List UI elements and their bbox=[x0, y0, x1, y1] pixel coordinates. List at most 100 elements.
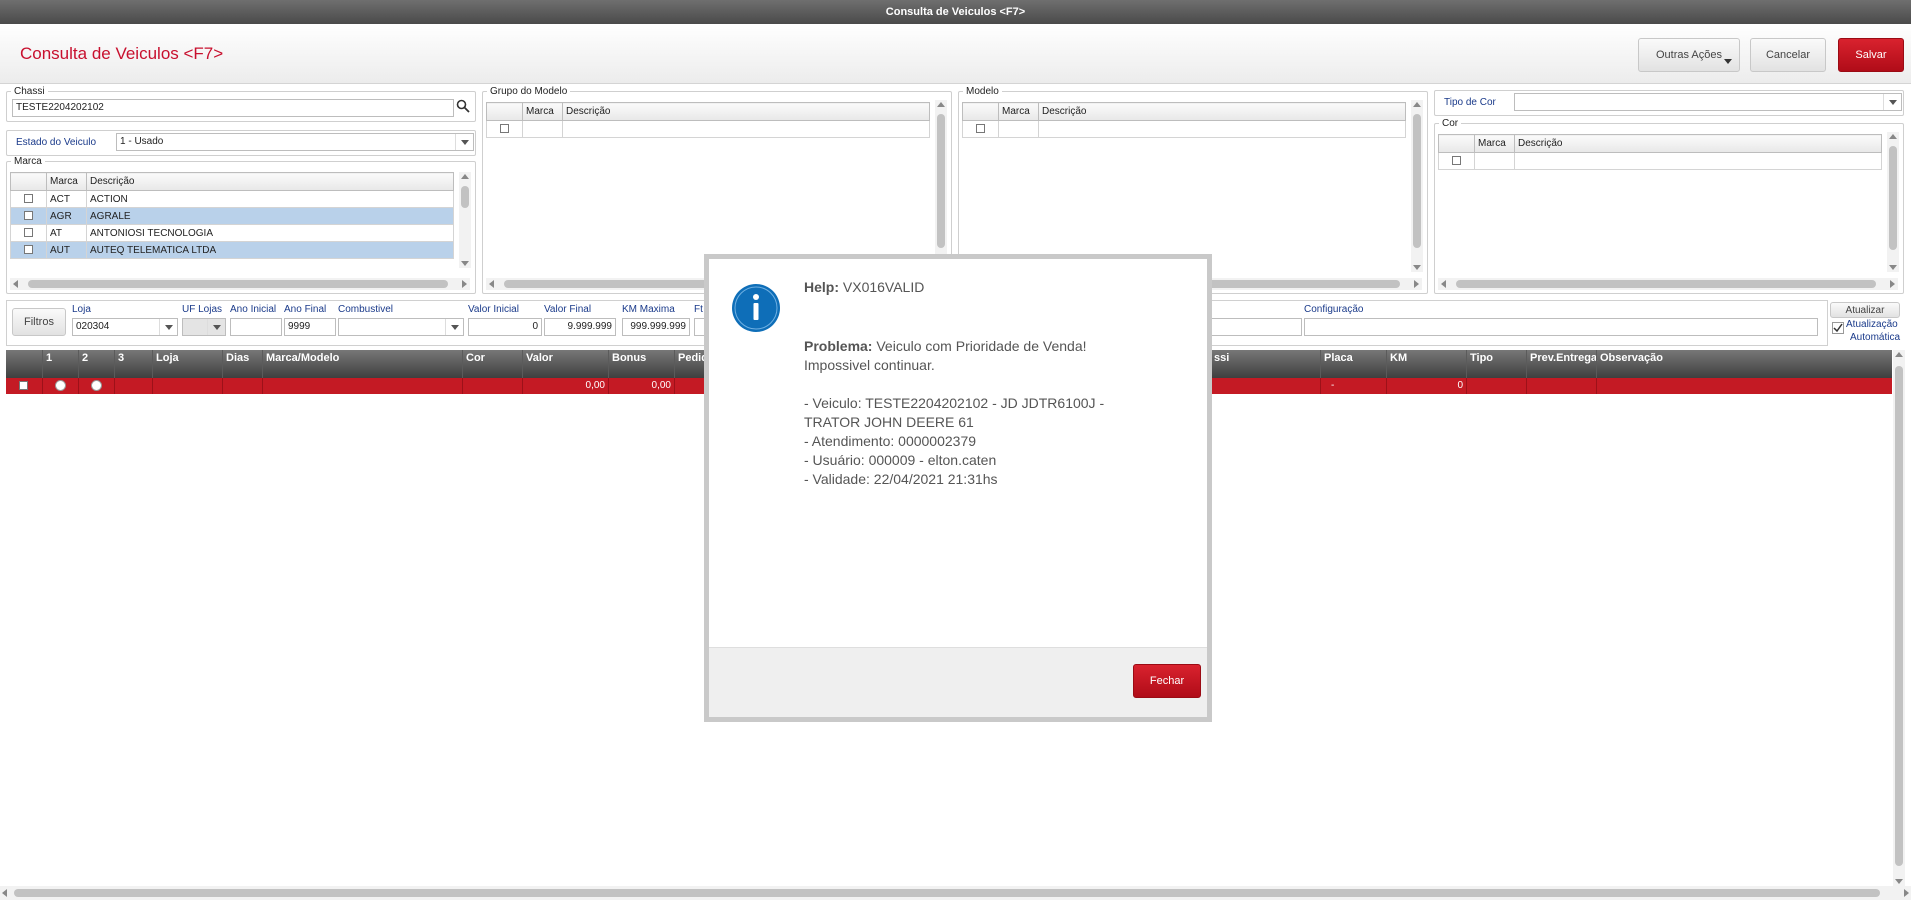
ano-inicial-input[interactable] bbox=[230, 318, 282, 336]
table-row[interactable]: AT ANTONIOSI TECNOLOGIA bbox=[10, 224, 454, 242]
col-dias[interactable]: Dias bbox=[222, 350, 262, 378]
grupo-col-descricao: Descrição bbox=[562, 102, 930, 121]
valor-inicial-input[interactable]: 0 bbox=[468, 318, 542, 336]
save-button[interactable]: Salvar bbox=[1838, 38, 1904, 72]
estado-select[interactable]: 1 - Usado bbox=[116, 133, 474, 151]
col-valor[interactable]: Valor bbox=[522, 350, 608, 378]
table-row[interactable]: AGR AGRALE bbox=[10, 207, 454, 225]
checkmark-icon bbox=[1833, 323, 1843, 333]
help-label: Help: bbox=[804, 279, 839, 295]
chassi-legend: Chassi bbox=[14, 86, 45, 97]
row-checkbox[interactable] bbox=[24, 194, 33, 204]
cell-placa: - bbox=[1320, 378, 1386, 394]
row-checkbox[interactable] bbox=[24, 228, 33, 238]
row-checkbox[interactable] bbox=[976, 124, 985, 134]
page-title: Consulta de Veiculos <F7> bbox=[20, 44, 224, 63]
col-3[interactable]: 3 bbox=[114, 350, 152, 378]
auto-update-checkbox[interactable] bbox=[1832, 322, 1844, 334]
auto-update-label-1: Atualização bbox=[1846, 319, 1898, 330]
modelo-legend: Modelo bbox=[966, 86, 999, 97]
row-checkbox[interactable] bbox=[24, 245, 33, 255]
km-maxima-label: KM Maxima bbox=[622, 304, 675, 315]
chevron-down-icon bbox=[445, 319, 463, 335]
modelo-vscroll[interactable] bbox=[1411, 100, 1423, 272]
filtros-button[interactable]: Filtros bbox=[12, 308, 66, 336]
table-row[interactable]: AUT AUTEQ TELEMATICA LTDA bbox=[10, 241, 454, 259]
valor-inicial-label: Valor Inicial bbox=[468, 304, 519, 315]
auto-update-label-2: Automática bbox=[1850, 332, 1901, 343]
info-icon bbox=[732, 284, 780, 332]
combustivel-select[interactable] bbox=[338, 318, 464, 336]
loja-select[interactable]: 020304 bbox=[72, 318, 178, 336]
row-checkbox[interactable] bbox=[19, 381, 28, 390]
row-checkbox[interactable] bbox=[500, 124, 509, 134]
marca-code: AUT bbox=[46, 241, 87, 259]
cor-vscroll[interactable] bbox=[1887, 132, 1899, 272]
table-row[interactable] bbox=[1438, 152, 1882, 170]
col-loja[interactable]: Loja bbox=[152, 350, 222, 378]
col-tipo[interactable]: Tipo bbox=[1466, 350, 1526, 378]
marca-desc: AGRALE bbox=[86, 207, 454, 225]
valor-final-input[interactable]: 9.999.999 bbox=[544, 318, 616, 336]
col-2[interactable]: 2 bbox=[78, 350, 114, 378]
km-maxima-input[interactable]: 999.999.999 bbox=[622, 318, 690, 336]
marca-legend: Marca bbox=[14, 156, 42, 167]
grupo-vscroll[interactable] bbox=[935, 100, 947, 272]
table-row[interactable] bbox=[962, 120, 1406, 138]
col-prev-entrega[interactable]: Prev.Entrega bbox=[1526, 350, 1597, 378]
window-titlebar: Consulta de Veiculos <F7> bbox=[0, 0, 1911, 24]
search-icon[interactable] bbox=[456, 99, 470, 113]
marca-table: Marca Descrição ACT ACTION AGR AGRALE AT… bbox=[10, 172, 454, 259]
col-cor[interactable]: Cor bbox=[462, 350, 522, 378]
cell-valor: 0,00 bbox=[522, 378, 608, 394]
cell-km: 0 bbox=[1386, 378, 1466, 394]
chevron-down-icon bbox=[455, 134, 473, 150]
outras-acoes-button[interactable]: Outras Ações bbox=[1638, 38, 1740, 72]
dialog-line-6: - Usuário: 000009 - elton.caten bbox=[804, 452, 997, 468]
uf-lojas-select[interactable] bbox=[182, 318, 226, 336]
tipo-cor-select[interactable] bbox=[1514, 93, 1902, 111]
filter-input-hidden[interactable] bbox=[1200, 318, 1302, 336]
marca-col-descricao: Descrição bbox=[86, 172, 454, 191]
grupo-col-marca: Marca bbox=[522, 102, 563, 121]
marca-code: AT bbox=[46, 224, 87, 242]
cor-col-descricao: Descrição bbox=[1514, 134, 1882, 153]
col-bonus[interactable]: Bonus bbox=[608, 350, 674, 378]
cor-col-marca: Marca bbox=[1474, 134, 1515, 153]
marca-col-check bbox=[10, 172, 47, 191]
problema-text: Veiculo com Prioridade de Venda! bbox=[876, 338, 1087, 354]
radio-1[interactable] bbox=[55, 380, 66, 391]
cor-table: Marca Descrição bbox=[1438, 134, 1882, 170]
col-km[interactable]: KM bbox=[1386, 350, 1466, 378]
fechar-button[interactable]: Fechar bbox=[1133, 664, 1201, 698]
chevron-down-icon bbox=[207, 319, 225, 335]
col-1[interactable]: 1 bbox=[42, 350, 78, 378]
col-chassi[interactable]: ssi bbox=[1210, 350, 1320, 378]
row-checkbox[interactable] bbox=[24, 211, 33, 221]
results-vscroll[interactable] bbox=[1893, 350, 1905, 886]
ft-label: Ft bbox=[694, 304, 703, 315]
chevron-down-icon bbox=[1724, 59, 1732, 64]
radio-2[interactable] bbox=[91, 380, 102, 391]
col-observacao[interactable]: Observação bbox=[1596, 350, 1886, 378]
results-hscroll[interactable] bbox=[0, 886, 1911, 900]
loja-label: Loja bbox=[72, 304, 91, 315]
tipo-cor-label: Tipo de Cor bbox=[1444, 97, 1496, 108]
col-marca-modelo[interactable]: Marca/Modelo bbox=[262, 350, 462, 378]
col-placa[interactable]: Placa bbox=[1320, 350, 1386, 378]
marca-hscroll[interactable] bbox=[10, 278, 470, 290]
ano-final-input[interactable]: 9999 bbox=[284, 318, 336, 336]
marca-vscroll[interactable] bbox=[459, 172, 471, 268]
page-header bbox=[0, 24, 1911, 84]
row-checkbox[interactable] bbox=[1452, 156, 1461, 166]
atualizar-button[interactable]: Atualizar bbox=[1830, 302, 1900, 318]
cell-bonus: 0,00 bbox=[608, 378, 674, 394]
table-row[interactable]: ACT ACTION bbox=[10, 190, 454, 208]
chassi-input[interactable]: TESTE2204202102 bbox=[12, 99, 454, 117]
table-row[interactable] bbox=[486, 120, 930, 138]
cor-hscroll[interactable] bbox=[1438, 278, 1898, 290]
cor-legend: Cor bbox=[1442, 118, 1459, 129]
marca-desc: AUTEQ TELEMATICA LTDA bbox=[86, 241, 454, 259]
configuracao-input[interactable] bbox=[1304, 318, 1818, 336]
cancel-button[interactable]: Cancelar bbox=[1750, 38, 1826, 72]
